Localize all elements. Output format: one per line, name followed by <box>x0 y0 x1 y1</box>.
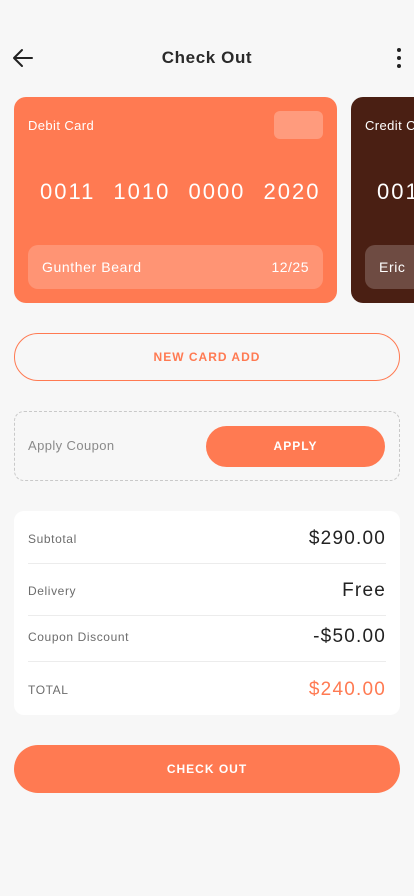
top-app-bar: Check Out <box>0 38 414 78</box>
total-row: TOTAL $240.00 <box>28 679 386 703</box>
coupon-discount-value: -$50.00 <box>313 626 386 647</box>
coupon-input[interactable] <box>28 438 198 453</box>
card-holder-name: Eric <box>379 259 406 275</box>
credit-card[interactable]: Credit Card 0011 Eric <box>351 97 414 303</box>
divider <box>28 615 386 616</box>
card-holder-bar: Gunther Beard 12/25 <box>28 245 323 289</box>
more-options-button[interactable] <box>390 44 408 72</box>
card-expiry: 12/25 <box>271 259 309 275</box>
apply-coupon-button[interactable]: APPLY <box>206 426 385 467</box>
card-holder-name: Gunther Beard <box>42 259 142 275</box>
delivery-value: Free <box>342 580 386 601</box>
subtotal-label: Subtotal <box>28 532 77 546</box>
card-type-label: Debit Card <box>28 118 95 133</box>
card-number: 0011 1010 0000 2020 <box>40 179 321 204</box>
divider <box>28 563 386 564</box>
payment-cards-carousel[interactable]: Debit Card 0011 1010 0000 2020 Gunther B… <box>14 97 414 303</box>
delivery-label: Delivery <box>28 584 77 598</box>
card-number: 0011 <box>377 179 414 204</box>
coupon-box: APPLY <box>14 411 400 481</box>
total-value: $240.00 <box>308 679 386 700</box>
new-card-add-button[interactable]: NEW CARD ADD <box>14 333 400 381</box>
card-type-label: Credit Card <box>365 118 414 133</box>
divider <box>28 661 386 662</box>
check-out-button[interactable]: CHECK OUT <box>14 745 400 793</box>
page-title: Check Out <box>161 48 253 67</box>
delivery-row: Delivery Free <box>28 580 386 604</box>
more-vertical-icon <box>397 48 401 68</box>
subtotal-row: Subtotal $290.00 <box>28 528 386 552</box>
order-summary: Subtotal $290.00 Delivery Free Coupon Di… <box>14 511 400 715</box>
debit-card[interactable]: Debit Card 0011 1010 0000 2020 Gunther B… <box>14 97 337 303</box>
card-holder-bar: Eric <box>365 245 414 289</box>
subtotal-value: $290.00 <box>308 528 386 549</box>
coupon-discount-label: Coupon Discount <box>28 630 130 644</box>
card-chip-icon <box>274 111 323 139</box>
total-label: TOTAL <box>28 683 69 697</box>
coupon-discount-row: Coupon Discount -$50.00 <box>28 626 386 650</box>
